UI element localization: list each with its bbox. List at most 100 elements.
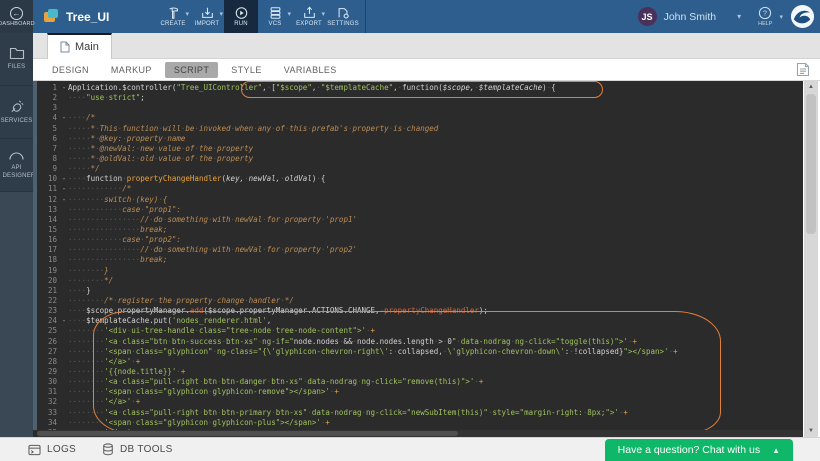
svg-text:?: ? [763,11,767,18]
code-line[interactable]: 15················break; [37,225,803,235]
export-button[interactable]: ▾ EXPORT [292,0,326,33]
code-line[interactable]: 13············case·"prop1": [37,205,803,215]
settings-icon [336,6,351,20]
vcs-button[interactable]: ▾ VCS [258,0,292,33]
chevron-down-icon[interactable]: ▾ [737,12,741,21]
settings-button[interactable]: SETTINGS [326,0,360,33]
code-line[interactable]: 3 [37,103,803,113]
code-line[interactable]: 20········*/ [37,276,803,286]
plug-icon [9,99,25,114]
page-tab-bar: Main [33,33,820,59]
code-line[interactable]: 25········'<div·ui-tree-handle·class="tr… [37,326,803,336]
chevron-down-icon[interactable]: ▾ [779,13,783,21]
back-arrow-icon: ← [10,7,23,20]
chevron-up-icon: ▲ [772,446,780,455]
scroll-down-arrow[interactable]: ▼ [804,425,818,437]
chevron-down-icon: ▾ [287,10,291,18]
sidebar-item-files[interactable]: FILES [0,33,33,86]
tab-style[interactable]: STYLE [222,62,271,78]
editor-mode-tabs: DESIGN MARKUP SCRIPT STYLE VARIABLES [33,59,820,81]
ide-window: ← DASHBOARD Tree_UI ▾ ▾ CREATE [0,0,820,461]
code-line[interactable]: 33········'<a·class="pull-right·btn·btn-… [37,408,803,418]
help-button[interactable]: ? HELP [758,6,772,27]
dashboard-button[interactable]: ← DASHBOARD [0,0,33,33]
code-line[interactable]: 9·····*/ [37,164,803,174]
database-icon [102,443,114,456]
tab-design[interactable]: DESIGN [43,62,98,78]
wavemaker-logo[interactable] [790,4,815,29]
code-line[interactable]: 27········'<span·class="glyphicon"·ng-cl… [37,347,803,357]
run-icon [234,6,249,20]
code-line[interactable]: 26········'<a·class="btn·btn-success·btn… [37,337,803,347]
code-line[interactable]: 22········/*·register·the·property·chang… [37,296,803,306]
code-line[interactable]: 31········'<span·class="glyphicon·glyphi… [37,387,803,397]
avatar[interactable]: JS [638,7,657,26]
code-line[interactable]: 18················break; [37,255,803,265]
code-line[interactable]: 7·····*·@newVal:·new·value·of·the·proper… [37,144,803,154]
code-line[interactable]: 6·····*·@key:·property·name [37,134,803,144]
db-tools-button[interactable]: DB TOOLS [102,443,173,456]
vertical-scrollbar[interactable]: ▲ ▼ [804,81,818,437]
user-name: John Smith [664,11,717,23]
console-icon [28,444,41,456]
code-line[interactable]: 24-····$templateCache.put('nodes_rendere… [37,316,803,326]
code-line[interactable]: 14················//·do·something·with·n… [37,215,803,225]
sidebar-item-services[interactable]: SERVICES [0,86,33,139]
dashboard-label: DASHBOARD [0,21,35,27]
horizontal-scrollbar-thumb[interactable] [37,431,458,436]
tab-variables[interactable]: VARIABLES [275,62,346,78]
top-navbar: ← DASHBOARD Tree_UI ▾ ▾ CREATE [0,0,820,33]
scroll-up-arrow[interactable]: ▲ [804,81,818,93]
code-line[interactable]: 32········'</a>'·+ [37,397,803,407]
code-line[interactable]: 29········'{{node.title}}'·+ [37,367,803,377]
arc-icon [8,150,25,161]
export-icon [302,6,317,20]
code-line[interactable]: 34········'<span·class="glyphicon·glyphi… [37,418,803,428]
chevron-down-icon: ▾ [321,10,325,18]
code-line[interactable]: 12-········switch·(key)·{ [37,195,803,205]
chat-with-us-button[interactable]: Have a question? Chat with us ▲ [605,439,793,461]
page-icon [60,41,70,53]
folder-icon [9,46,25,60]
horizontal-scrollbar[interactable] [37,430,803,437]
tab-script[interactable]: SCRIPT [165,62,218,78]
vertical-scrollbar-thumb[interactable] [806,94,816,234]
import-icon [200,6,215,20]
code-lines: 1-Application.$controller("Tree_UIContro… [37,83,803,437]
code-line[interactable]: 19········} [37,266,803,276]
code-line[interactable]: 2····"use·strict"; [37,93,803,103]
chevron-down-icon: ▾ [219,10,223,18]
code-line[interactable]: 30········'<a·class="pull-right·btn·btn-… [37,377,803,387]
chevron-down-icon: ▾ [185,10,189,18]
vcs-icon [268,6,283,20]
code-line[interactable]: 21····} [37,286,803,296]
hammer-icon [166,6,181,20]
topbar-right: JS John Smith ▾ ? HELP ▾ [638,0,815,33]
code-line[interactable]: 23····$scope.propertyManager.add($scope.… [37,306,803,316]
format-document-icon [796,62,810,77]
logs-button[interactable]: LOGS [28,444,76,456]
code-line[interactable]: 28········'</a>'·+ [37,357,803,367]
project-layers-icon [44,9,59,24]
code-line[interactable]: 5·····*·This·function·will·be·invoked·wh… [37,124,803,134]
tab-main[interactable]: Main [47,33,112,59]
toolbar: ▾ CREATE ▾ IMPORT RUN [156,0,366,33]
question-mark-icon: ? [758,6,772,20]
import-button[interactable]: ▾ IMPORT [190,0,224,33]
code-line[interactable]: 17················//·do·something·with·n… [37,245,803,255]
run-button[interactable]: RUN [224,0,258,33]
code-line[interactable]: 10-····function·propertyChangeHandler(ke… [37,174,803,184]
code-line[interactable]: 16············case·"prop2": [37,235,803,245]
code-line[interactable]: 8·····*·@oldVal:·old·value·of·the·proper… [37,154,803,164]
left-sidebar: FILES SERVICES API DESIGNER [0,33,33,437]
sidebar-item-api-designer[interactable]: API DESIGNER [0,139,33,192]
code-line[interactable]: 11-············/* [37,184,803,194]
tab-markup[interactable]: MARKUP [102,62,161,78]
toolbar-divider [365,0,366,33]
create-button[interactable]: ▾ CREATE [156,0,190,33]
code-line[interactable]: 1-Application.$controller("Tree_UIContro… [37,83,803,93]
code-editor[interactable]: 1-Application.$controller("Tree_UIContro… [33,81,803,437]
code-line[interactable]: 4-····/* [37,113,803,123]
format-code-button[interactable] [796,62,810,82]
project-name: Tree_UI [66,10,109,24]
